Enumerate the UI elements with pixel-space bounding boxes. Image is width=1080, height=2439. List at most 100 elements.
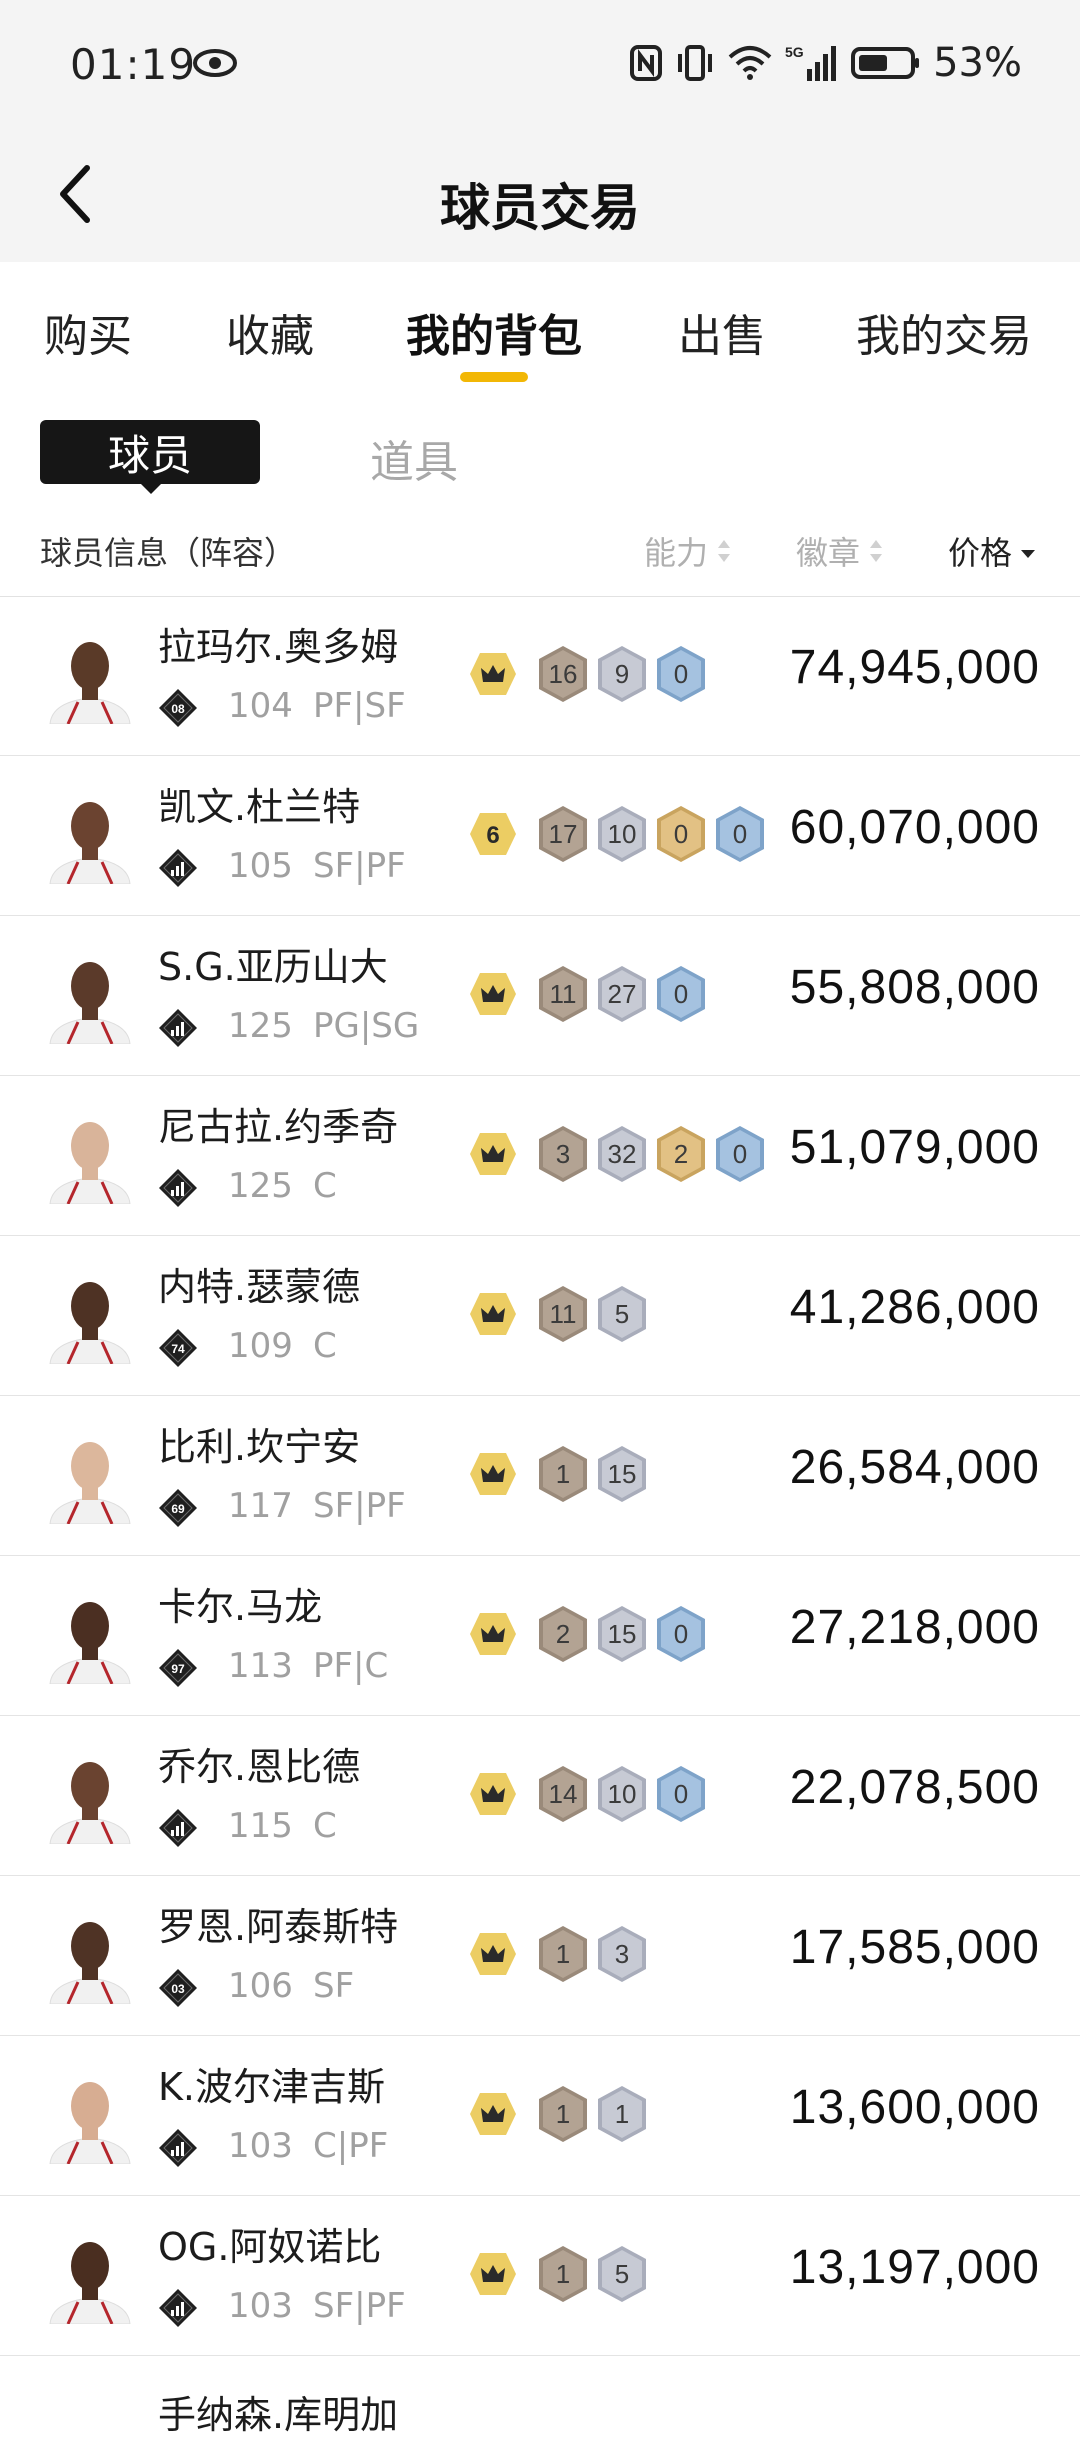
sort-icon: [718, 540, 731, 562]
tab-favorites[interactable]: 收藏: [226, 300, 314, 364]
tab-my-trades[interactable]: 我的交易: [856, 300, 1032, 364]
player-position: SF: [313, 1966, 355, 2006]
crown-tier-icon: [470, 1933, 516, 1975]
silver-badge-count: 9: [614, 658, 630, 689]
player-name: 凯文.杜兰特: [158, 785, 361, 829]
card-series-icon: [159, 2289, 197, 2327]
player-avatar: [40, 944, 140, 1044]
player-avatar: [40, 1584, 140, 1684]
player-name: 内特.瑟蒙德: [158, 1265, 361, 1309]
card-series-number: 69: [171, 1502, 185, 1516]
silver-badge-count: 5: [614, 1298, 630, 1329]
silver-badge-count: 1: [614, 2098, 630, 2129]
player-row[interactable]: 内特.瑟蒙德 74 109 C 11 5 41,286,000: [0, 1236, 1080, 1396]
player-row[interactable]: OG.阿奴诺比 103 SF|PF 1 5 13,197,000: [0, 2196, 1080, 2356]
player-row[interactable]: 手纳森.库明加: [0, 2356, 1080, 2437]
wifi-icon: [728, 46, 772, 80]
player-name: 罗恩.阿泰斯特: [158, 1905, 399, 1949]
player-rating: 109: [228, 1326, 293, 1366]
subtab-bar: 球员 道具: [0, 390, 1080, 500]
platinum-badge-count: 0: [732, 1138, 748, 1169]
player-row[interactable]: 比利.坎宁安 69 117 SF|PF 1 15 26,584,000: [0, 1396, 1080, 1556]
silver-badge-count: 5: [614, 2258, 630, 2289]
player-rating: 115: [228, 1806, 293, 1846]
silver-badge-count: 27: [607, 978, 637, 1009]
player-name: 尼古拉.约季奇: [158, 1105, 399, 1149]
column-ability-sort[interactable]: 能力: [644, 528, 732, 574]
player-rating: 113: [228, 1646, 293, 1686]
tab-bar: 购买 收藏 我的背包 出售 我的交易: [0, 262, 1080, 390]
player-list: 拉玛尔.奥多姆 08 104 PF|SF 16 9 0 74,945,000 凯…: [0, 596, 1080, 2437]
player-rating: 125: [228, 1006, 293, 1046]
card-series-icon: 69: [159, 1489, 197, 1527]
vibrate-icon: [678, 45, 713, 81]
bronze-badge-count: 1: [555, 1458, 571, 1489]
status-icons: 5G 53%: [629, 40, 1022, 86]
tab-sell[interactable]: 出售: [678, 300, 766, 364]
crown-tier-icon: [470, 653, 516, 695]
player-row[interactable]: K.波尔津吉斯 103 C|PF 1 1 13,600,000: [0, 2036, 1080, 2196]
player-price: 60,070,000: [789, 801, 1040, 854]
crown-tier-icon: [470, 1453, 516, 1495]
player-price: 13,600,000: [789, 2081, 1040, 2134]
card-series-number: 08: [171, 702, 185, 716]
player-avatar: [40, 1264, 140, 1364]
eye-icon: [193, 49, 237, 77]
player-rating: 106: [228, 1966, 293, 2006]
player-avatar: [40, 624, 140, 724]
tab-my-backpack[interactable]: 我的背包: [406, 300, 582, 364]
crown-tier-icon: [470, 1613, 516, 1655]
player-price: 51,079,000: [789, 1121, 1040, 1174]
silver-badge-count: 10: [607, 1778, 637, 1809]
player-name: 卡尔.马龙: [158, 1585, 323, 1629]
player-position: C: [313, 1326, 337, 1366]
bronze-badge-count: 1: [555, 2098, 571, 2129]
player-row[interactable]: S.G.亚历山大 125 PG|SG 11 27 0 55,808,000: [0, 916, 1080, 1076]
player-row[interactable]: 尼古拉.约季奇 125 C 3 32 2 0 51,079,000: [0, 1076, 1080, 1236]
player-name: OG.阿奴诺比: [158, 2225, 382, 2269]
player-rating: 125: [228, 1166, 293, 1206]
player-name: 拉玛尔.奥多姆: [158, 625, 399, 669]
player-rating: 105: [228, 846, 293, 886]
player-position: SF|PF: [313, 846, 406, 886]
player-row[interactable]: 拉玛尔.奥多姆 08 104 PF|SF 16 9 0 74,945,000: [0, 596, 1080, 756]
gold-badge-count: 2: [673, 1138, 689, 1169]
subtab-players[interactable]: 球员: [40, 420, 260, 484]
header: 球员交易: [0, 130, 1080, 262]
card-series-icon: [159, 1809, 197, 1847]
crown-tier-icon: [470, 1133, 516, 1175]
player-price: 26,584,000: [789, 1441, 1040, 1494]
bronze-badge-count: 2: [555, 1618, 571, 1649]
crown-tier-icon: [470, 1293, 516, 1335]
card-series-number: 03: [171, 1982, 185, 1996]
card-series-icon: [159, 1009, 197, 1047]
platinum-badge-count: 0: [732, 818, 748, 849]
player-name: 手纳森.库明加: [158, 2393, 399, 2437]
card-series-icon: [159, 849, 197, 887]
player-row[interactable]: 卡尔.马龙 97 113 PF|C 2 15 0 27,218,000: [0, 1556, 1080, 1716]
list-header: 球员信息（阵容） 能力 徽章 价格: [0, 500, 1080, 597]
sort-icon: [870, 540, 883, 562]
player-row[interactable]: 罗恩.阿泰斯特 03 106 SF 1 3 17,585,000: [0, 1876, 1080, 2036]
status-bar: 01:19 5G 53%: [0, 0, 1080, 130]
player-rating: 104: [228, 686, 293, 726]
subtab-items[interactable]: 道具: [370, 426, 458, 490]
player-name: 乔尔.恩比德: [158, 1745, 361, 1789]
player-row[interactable]: 凯文.杜兰特 105 SF|PF 6 17 10 0 0 60,070,000: [0, 756, 1080, 916]
card-series-icon: 03: [159, 1969, 197, 2007]
player-rating: 117: [228, 1486, 293, 1526]
subtab-pointer: [139, 482, 163, 494]
column-badges-sort[interactable]: 徽章: [796, 528, 884, 574]
page-title: 球员交易: [440, 179, 640, 237]
bronze-badge-count: 17: [548, 818, 578, 849]
player-price: 55,808,000: [789, 961, 1040, 1014]
player-price: 41,286,000: [789, 1281, 1040, 1334]
column-price-sort[interactable]: 价格: [948, 528, 1036, 574]
player-row[interactable]: 乔尔.恩比德 115 C 14 10 0 22,078,500: [0, 1716, 1080, 1876]
active-tab-indicator: [460, 372, 528, 382]
crown-tier-icon: [470, 2093, 516, 2135]
card-series-number: 97: [171, 1662, 185, 1676]
tab-buy[interactable]: 购买: [44, 300, 132, 364]
card-series-icon: [159, 2129, 197, 2167]
player-position: C|PF: [313, 2126, 389, 2166]
